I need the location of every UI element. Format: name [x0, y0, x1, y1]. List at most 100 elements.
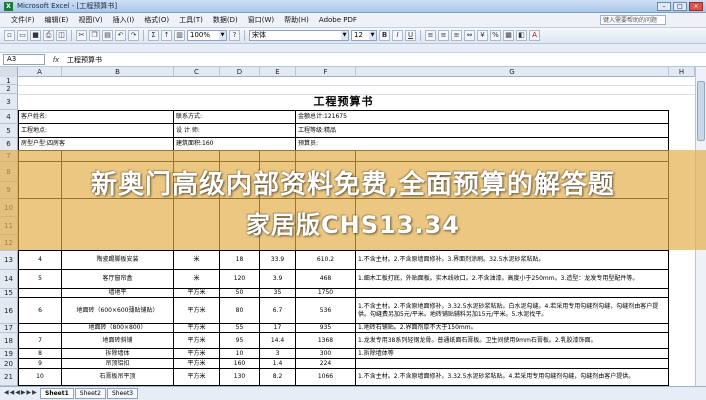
autosum-icon[interactable]: Σ	[148, 30, 159, 41]
redo-icon[interactable]: ↷	[128, 30, 139, 41]
table-cell[interactable]	[18, 289, 62, 298]
maximize-button[interactable]: □	[673, 2, 687, 11]
table-cell[interactable]: 95	[220, 333, 260, 349]
table-cell[interactable]: 3	[260, 349, 296, 359]
underline-icon[interactable]: U	[405, 30, 416, 41]
table-cell[interactable]: 6	[18, 298, 62, 324]
table-cell[interactable]: 1.4	[260, 359, 296, 369]
row-header[interactable]: 18	[0, 333, 18, 349]
currency-icon[interactable]: ¥	[477, 30, 488, 41]
table-cell[interactable]: 935	[296, 324, 356, 333]
table-cell[interactable]: 拆除墙体	[62, 349, 174, 359]
designer-label-cell[interactable]: 设 计 师:	[174, 124, 296, 138]
table-cell[interactable]: 10	[220, 349, 260, 359]
table-cell[interactable]: 14.4	[260, 333, 296, 349]
table-cell[interactable]: 130	[220, 369, 260, 386]
print-icon[interactable]: ⎙	[43, 30, 54, 41]
sheet-tab-2[interactable]: Sheet2	[74, 388, 106, 399]
table-cell[interactable]: 1.细木工板打底，外贴面板。实木线收口。2.不含油漆。高度小于250mm。3.造…	[356, 270, 669, 289]
font-select[interactable]: 宋体 ▼	[249, 30, 349, 41]
table-cell[interactable]: 33.9	[260, 251, 296, 270]
table-cell[interactable]: 地面砖（800×800）	[62, 324, 174, 333]
table-cell[interactable]: 平方米	[174, 359, 220, 369]
borders-icon[interactable]: ▦	[503, 30, 514, 41]
menu-insert[interactable]: 插入(I)	[108, 15, 140, 25]
table-cell[interactable]: 1.不含主材。2.不含原地面修补。3.32.5水泥砂浆粘贴。白水泥勾缝。4.若采…	[356, 298, 669, 324]
row-header[interactable]: 15	[0, 289, 18, 298]
function-icon[interactable]: fx	[45, 56, 67, 64]
help-icon[interactable]: ?	[229, 30, 240, 41]
table-cell[interactable]: 平方米	[174, 298, 220, 324]
new-file-icon[interactable]: ▫	[4, 30, 15, 41]
contact-label-cell[interactable]: 联系方式:	[174, 110, 296, 124]
row-header[interactable]: 3	[0, 94, 18, 110]
menu-file[interactable]: 文件(F)	[6, 15, 40, 25]
table-cell[interactable]: 1066	[296, 369, 356, 386]
table-cell[interactable]	[356, 289, 669, 298]
table-cell[interactable]: 1.不含主材。2.不含原墙面修补。3.界面剂涂刷。32.5水泥砂浆粘贴。	[356, 251, 669, 270]
grade-cell[interactable]: 工程等级: 精品	[296, 124, 669, 138]
table-cell[interactable]: 1368	[296, 333, 356, 349]
column-header[interactable]: G	[356, 67, 669, 77]
table-cell[interactable]: 8	[18, 349, 62, 359]
cut-icon[interactable]: ✂	[76, 30, 87, 41]
table-cell[interactable]: 1.地砖石铺贴。2.界面剂厚不大于150mm。	[356, 324, 669, 333]
table-cell[interactable]: 客厅窗帘盒	[62, 270, 174, 289]
zoom-select[interactable]: 100% ▼	[187, 30, 227, 41]
font-color-icon[interactable]: A	[529, 30, 540, 41]
table-cell[interactable]: 224	[296, 359, 356, 369]
menu-data[interactable]: 数据(D)	[208, 15, 243, 25]
table-cell[interactable]: 平方米	[174, 333, 220, 349]
minimize-button[interactable]: –	[657, 2, 671, 11]
undo-icon[interactable]: ↶	[115, 30, 126, 41]
table-cell[interactable]: 7	[18, 333, 62, 349]
table-cell[interactable]: 地面砖斜铺	[62, 333, 174, 349]
column-header[interactable]: C	[174, 67, 220, 77]
row-header[interactable]: 19	[0, 349, 18, 359]
row-header[interactable]: 5	[0, 124, 18, 138]
paste-icon[interactable]: ▤	[102, 30, 113, 41]
row-header[interactable]: 4	[0, 110, 18, 124]
row-header[interactable]: 1	[0, 77, 18, 85]
align-center-icon[interactable]: ≡	[438, 30, 449, 41]
menu-view[interactable]: 视图(V)	[73, 15, 107, 25]
row-header[interactable]: 16	[0, 298, 18, 324]
table-cell[interactable]: 平方米	[174, 349, 220, 359]
table-cell[interactable]: 1.不含主材。2.不含原墙面修补。3.32.5水泥砂浆粘贴。4.若采用专用勾缝剂…	[356, 369, 669, 386]
sheet-tab-3[interactable]: Sheet3	[106, 388, 139, 399]
table-cell[interactable]: 地面砖（600×600薄贴铺贴）	[62, 298, 174, 324]
table-cell[interactable]: 35	[260, 289, 296, 298]
menu-help[interactable]: 帮助(H)	[279, 15, 314, 25]
font-size-select[interactable]: 12 ▼	[351, 30, 377, 41]
address-label-cell[interactable]: 工程地点:	[18, 124, 174, 138]
table-cell[interactable]: 55	[220, 324, 260, 333]
open-folder-icon[interactable]: ▭	[17, 30, 28, 41]
column-header[interactable]: H	[669, 67, 695, 77]
save-icon[interactable]: ■	[30, 30, 41, 41]
formula-input[interactable]: 工程预算书	[67, 55, 102, 65]
column-header[interactable]: A	[18, 67, 62, 77]
row-header[interactable]: 20	[0, 359, 18, 369]
sort-ascending-icon[interactable]: ↑	[161, 30, 172, 41]
table-cell[interactable]: 17	[260, 324, 296, 333]
table-cell[interactable]: 石膏板吊平顶	[62, 369, 174, 386]
row-header[interactable]: 17	[0, 324, 18, 333]
table-cell[interactable]: 18	[220, 251, 260, 270]
close-button[interactable]: ×	[689, 2, 703, 11]
table-cell[interactable]: 米	[174, 270, 220, 289]
sheet-nav-arrows-icon[interactable]: ◀◀◀▶▶▶	[4, 389, 38, 396]
table-cell[interactable]: 3.9	[260, 270, 296, 289]
table-cell[interactable]: 5	[18, 270, 62, 289]
row-header[interactable]: 2	[0, 85, 18, 94]
menu-window[interactable]: 窗口(W)	[243, 15, 279, 25]
table-cell[interactable]	[356, 359, 669, 369]
chart-icon[interactable]: ▥	[174, 30, 185, 41]
table-cell[interactable]: 610.2	[296, 251, 356, 270]
column-header[interactable]: E	[260, 67, 296, 77]
table-cell[interactable]: 陶瓷踢脚板安装	[62, 251, 174, 270]
table-cell[interactable]: 9	[18, 359, 62, 369]
table-cell[interactable]: 米	[174, 251, 220, 270]
help-search-input[interactable]: 键入需要帮助的问题	[600, 15, 666, 25]
table-cell[interactable]: 8.2	[260, 369, 296, 386]
menu-adobe-pdf[interactable]: Adobe PDF	[314, 16, 362, 24]
